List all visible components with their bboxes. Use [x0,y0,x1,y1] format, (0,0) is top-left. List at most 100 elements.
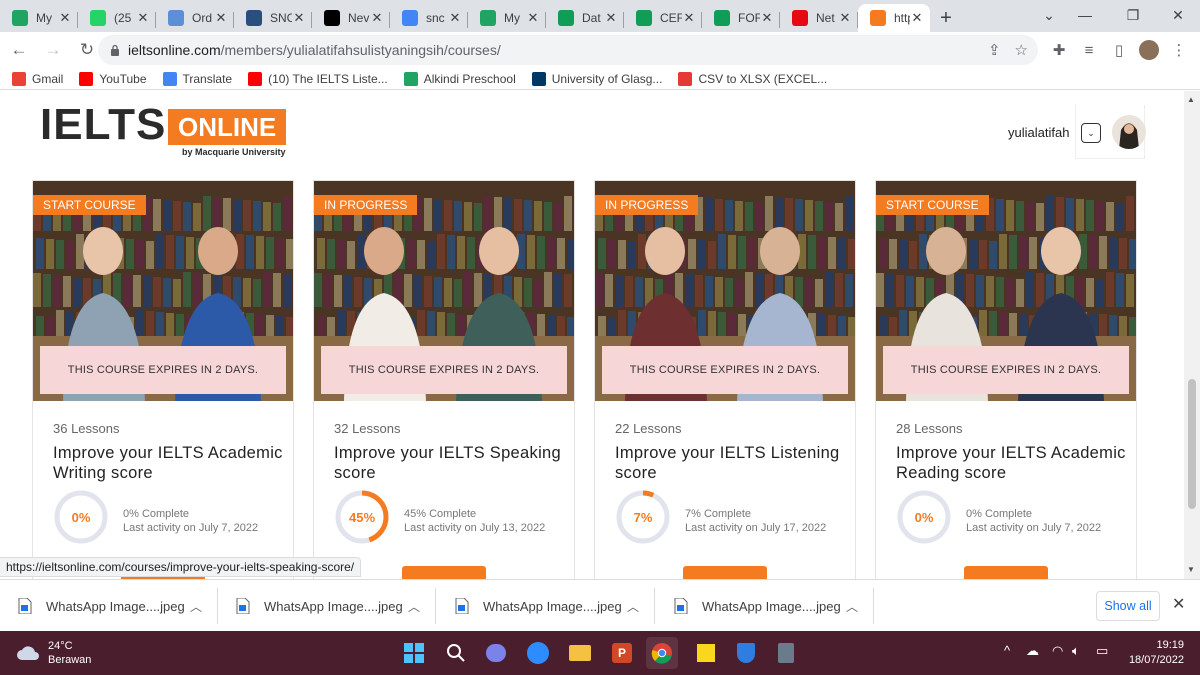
translate-icon [162,71,177,86]
zoom-icon[interactable] [522,637,554,669]
browser-tab[interactable]: Net ✕ [780,4,858,32]
progress-text: 0% Complete [966,508,1033,520]
chevron-up-icon[interactable]: ︿ [190,598,202,615]
bookmark-item[interactable]: Alkindi Preschool [403,71,516,86]
browser-tab[interactable]: http✕ [858,4,930,32]
media-control-icon[interactable]: ≡ [1076,32,1102,68]
chevron-up-icon[interactable]: ︿ [627,598,639,615]
powerpoint-icon[interactable]: P [606,637,638,669]
browser-tab[interactable]: (25 ✕ [78,4,156,32]
sticky-notes-icon[interactable] [690,637,722,669]
windows-start-icon[interactable] [398,637,430,669]
close-tab-icon[interactable]: ✕ [136,10,150,26]
username[interactable]: yulialatifah [1008,125,1069,140]
browser-tab[interactable]: SNC ✕ [234,4,312,32]
share-icon[interactable]: ⇪ [988,41,1001,59]
browser-tab[interactable]: snc ✕ [390,4,468,32]
close-tab-icon[interactable]: ✕ [214,10,228,26]
course-action-button[interactable] [683,566,767,579]
onedrive-icon[interactable]: ☁ [1026,643,1039,659]
close-tab-icon[interactable]: ✕ [58,10,72,26]
course-status-badge: START COURSE [33,195,146,215]
tab-title: Ord [192,11,213,25]
course-title[interactable]: Improve your IELTS Speaking score [334,443,564,483]
course-title[interactable]: Improve your IELTS Academic Reading scor… [896,443,1126,483]
tab-title: snc [426,11,445,25]
close-tab-icon[interactable]: ✕ [526,10,540,26]
show-all-button[interactable]: Show all [1096,591,1160,621]
browser-tab[interactable]: My ✕ [0,4,78,32]
course-title[interactable]: Improve your IELTS Academic Writing scor… [53,443,283,483]
google-drive-icon [480,10,496,26]
teams-chat-icon[interactable] [480,637,512,669]
page-scrollbar[interactable]: ▲ ▼ [1184,91,1200,579]
chevron-up-icon[interactable]: ^ [1004,643,1010,658]
download-item[interactable]: WhatsApp Image....jpeg ︿ [218,580,436,632]
course-title[interactable]: Improve your IELTS Listening score [615,443,845,483]
bookmark-item[interactable]: (10) The IELTS Liste... [248,71,388,86]
new-tab-button[interactable]: + [930,4,962,32]
system-clock[interactable]: 19:19 18/07/2022 [1122,638,1184,668]
profile-avatar[interactable] [1136,32,1162,68]
close-tab-icon[interactable]: ✕ [838,10,852,26]
forward-button[interactable]: → [38,35,68,65]
download-item[interactable]: WhatsApp Image....jpeg ︿ [656,580,874,632]
university-crest-icon [531,71,546,86]
download-item[interactable]: WhatsApp Image....jpeg ︿ [437,580,655,632]
course-card[interactable]: START COURSE THIS COURSE EXPIRES IN 2 DAY… [875,180,1137,579]
address-bar[interactable]: ieltsonline.com/members/yulialatifahsuli… [98,35,1038,65]
course-card[interactable]: START COURSE THIS COURSE EXPIRES IN 2 DAY… [32,180,294,579]
file-explorer-icon[interactable] [564,637,596,669]
bookmark-item[interactable]: YouTube [79,71,147,86]
course-card[interactable]: IN PROGRESS THIS COURSE EXPIRES IN 2 DAYS… [594,180,856,579]
bookmark-item[interactable]: Translate [162,71,232,86]
chevron-down-icon[interactable]: ⌄ [1081,123,1101,143]
side-panel-icon[interactable]: ▯ [1106,32,1132,68]
search-icon[interactable] [440,637,472,669]
chevron-up-icon[interactable]: ︿ [408,598,420,615]
battery-icon[interactable]: ▭ [1096,643,1108,659]
browser-tab[interactable]: FOF ✕ [702,4,780,32]
restore-button[interactable]: ❐ [1110,0,1156,30]
weather-widget[interactable]: 24°C Berawan [16,639,91,667]
avatar[interactable] [1112,115,1146,149]
download-item[interactable]: WhatsApp Image....jpeg ︿ [0,580,218,632]
sheets-icon [714,10,730,26]
minimize-button[interactable]: — [1062,0,1108,30]
bookmark-item[interactable]: University of Glasg... [531,71,662,86]
back-button[interactable]: ← [4,35,34,65]
menu-kebab-icon[interactable]: ⋮ [1166,32,1192,68]
progress-ring: 0% [896,489,952,545]
chrome-icon[interactable] [646,637,678,669]
browser-tab[interactable]: Nev ✕ [312,4,390,32]
progress-ring: 45% [334,489,390,545]
extensions-icon[interactable]: ✚ [1046,32,1072,68]
close-tab-icon[interactable]: ✕ [370,10,384,26]
bookmark-item[interactable]: Gmail [12,71,63,86]
course-action-button[interactable] [964,566,1048,579]
scrollbar-thumb[interactable] [1188,379,1196,509]
close-tab-icon[interactable]: ✕ [604,10,618,26]
browser-tab[interactable]: Ord ✕ [156,4,234,32]
browser-tab[interactable]: Dat ✕ [546,4,624,32]
bookmark-item[interactable]: CSV to XLSX (EXCEL... [678,71,827,86]
volume-icon[interactable]: 🔈︎ [1072,643,1080,659]
close-downloads-icon[interactable]: ✕ [1172,594,1185,614]
close-tab-icon[interactable]: ✕ [292,10,306,26]
course-action-button[interactable] [402,566,486,579]
close-tab-icon[interactable]: ✕ [682,10,696,26]
download-filename: WhatsApp Image....jpeg [46,598,185,614]
close-tab-icon[interactable]: ✕ [448,10,462,26]
browser-tab[interactable]: My ✕ [468,4,546,32]
browser-tab[interactable]: CEF ✕ [624,4,702,32]
course-card[interactable]: IN PROGRESS THIS COURSE EXPIRES IN 2 DAYS… [313,180,575,579]
close-window-button[interactable]: ✕ [1155,0,1200,30]
wifi-icon[interactable]: ◠ [1052,643,1063,659]
close-tab-icon[interactable]: ✕ [760,10,774,26]
calculator-icon[interactable] [770,637,802,669]
netflix-icon [792,10,808,26]
chevron-up-icon[interactable]: ︿ [846,598,858,615]
close-tab-icon[interactable]: ✕ [910,10,924,26]
security-shield-icon[interactable] [730,637,762,669]
bookmark-star-icon[interactable]: ☆ [1015,41,1028,59]
